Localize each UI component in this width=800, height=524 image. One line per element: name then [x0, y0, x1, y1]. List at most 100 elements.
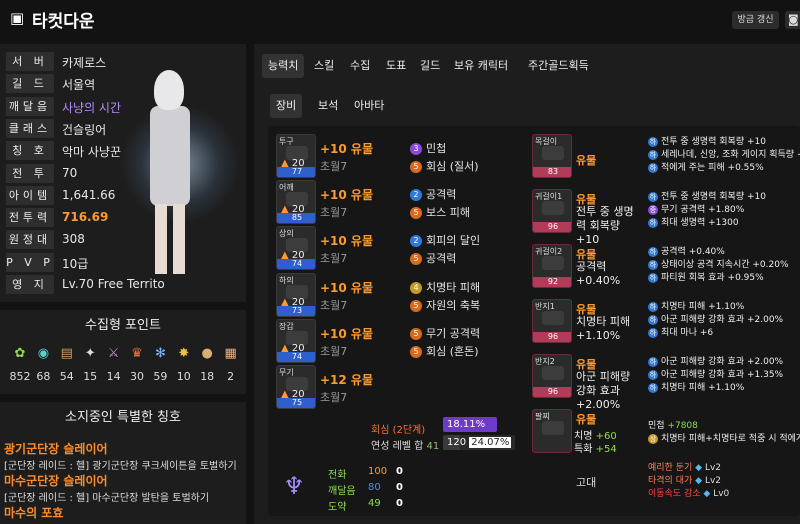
slot-label: 하의	[279, 275, 294, 285]
item-level: 74	[277, 351, 315, 362]
stat-row: 길 드 서울역	[6, 74, 244, 94]
enhance-label: +10 유물	[320, 234, 374, 249]
equip-slot[interactable]: 상의 ▲ 20 74	[276, 226, 316, 271]
stat-value: 1,641.66	[62, 187, 116, 202]
header: ▣ 타컷다운 방금 갱신 ◙	[0, 0, 800, 36]
item-icon	[542, 146, 564, 160]
enhance-label: +10 유물	[320, 142, 374, 156]
transcend-label: 초월7	[320, 206, 348, 220]
stat-row: 원정대 308	[6, 230, 244, 250]
tab-1[interactable]: 스킬	[308, 54, 340, 78]
seed-icon: ✿	[14, 346, 26, 361]
transcend-label: 초월7	[320, 298, 348, 312]
collection-count: 30	[130, 370, 144, 383]
accessory-slot[interactable]: 반지2 96	[532, 354, 572, 398]
collection-panel: 수집형 포인트 ✿ 852 ◉ 68 ▤ 54 ✦ 15 ⚔ 14 ♛ 30 ✻ 59 ✸ 10 ● 18 ▦ 2	[0, 310, 246, 394]
equip-slot[interactable]: 장갑 ▲ 20 74	[276, 318, 316, 363]
collection-count: 2	[227, 370, 235, 383]
collection-count: 18	[200, 370, 215, 383]
stat-label: 아이템	[6, 185, 54, 205]
stat-row: 아이템 1,641.66	[6, 185, 244, 206]
stat-value: Lv.70 Free Territo	[62, 277, 165, 291]
collection-count: 852	[9, 370, 31, 383]
item-level: 96	[533, 222, 571, 232]
collection-count: 59	[153, 370, 168, 383]
stat-row: 전 투 70	[6, 163, 244, 184]
accessory-slot[interactable]: 팔찌	[532, 409, 572, 453]
bracelet-stats: 치명 +60 특화 +54	[574, 431, 617, 455]
accessory-bonus: 하 전투 중 생명력 회복량 +10	[648, 192, 766, 202]
stat-value: 10급	[62, 256, 89, 271]
weapon-extra-line2: 연성 레벨 합 41	[371, 441, 440, 452]
accessory-bonus: 하 파티원 회복 효과 +0.95%	[648, 273, 764, 283]
accessory-bonus: 하 상태이상 공격 지속시간 +0.20%	[648, 260, 789, 270]
collection-count: 15	[83, 370, 98, 383]
stat-label: 전 투	[6, 163, 54, 183]
collection-count: 54	[59, 370, 74, 383]
collection-count: 68	[36, 370, 51, 383]
subtab-1[interactable]: 보석	[312, 94, 344, 118]
stat-row: 영 지 Lv.70 Free Territo	[6, 275, 244, 295]
star-icon: ✸	[178, 346, 190, 361]
enhance-label: +10 유물	[320, 280, 374, 295]
subtab-2[interactable]: 아바타	[348, 94, 390, 118]
tab-0[interactable]: 능력치	[262, 54, 305, 78]
accessory-slot[interactable]: 귀걸이1 96	[532, 189, 572, 233]
effect-1: 5 무기 공격력	[410, 325, 480, 341]
accessory-bonus: 하 아군 피해량 강화 효과 +2.00%	[648, 357, 784, 367]
scroll-icon: ▦	[224, 346, 237, 361]
effect-2: 5 자원의 축복	[410, 297, 480, 313]
equip-slot[interactable]: 무기 ▲ 20 75	[276, 365, 316, 409]
tab-3[interactable]: 도표	[380, 54, 412, 78]
weapon-extra-line1: 회심 (2단계)	[371, 425, 426, 436]
tab-5[interactable]: 보유 캐릭터	[448, 54, 514, 78]
elixir-label: 깨달음	[328, 486, 356, 497]
title-name: 광기군단장 슬레이어	[4, 442, 108, 456]
accessory-bonus: 하 적에게 주는 피해 +0.55%	[648, 163, 764, 173]
collection-count: 14	[106, 370, 121, 383]
stat-label: P V P	[6, 252, 54, 272]
accessory-stat: 치명타 피해 +1.10%	[576, 315, 631, 342]
title-name: 마수의 포효	[4, 506, 64, 520]
equip-slot[interactable]: 투구 ▲ 20 77	[276, 134, 316, 178]
stat-label: 칭 호	[6, 141, 54, 161]
effect-1: 2 회피의 달인	[410, 232, 480, 248]
tab-4[interactable]: 길드	[414, 54, 446, 78]
stat-value: 카제로스	[62, 56, 107, 70]
accessory-stat: 공격력 +0.40%	[576, 260, 621, 287]
camera-icon[interactable]: ◙	[785, 11, 800, 29]
elixir-value: 80	[368, 482, 381, 493]
item-level: 96	[533, 387, 571, 397]
effect-2: 5 회심 (질서)	[410, 158, 479, 174]
tab-6[interactable]: 주간골드획득	[522, 54, 595, 78]
transcend-label: 초월7	[320, 344, 348, 358]
leaf-icon: ✻	[154, 346, 166, 361]
stat-value: 308	[62, 232, 85, 247]
stat-value: 건슬링어	[62, 122, 107, 137]
crown-icon: ♛	[131, 346, 143, 361]
item-level: 74	[277, 259, 315, 270]
effect-2: 5 보스 피해	[410, 204, 470, 220]
accessory-bonus: 중 무기 공격력 +1.80%	[648, 205, 745, 215]
accessory-slot[interactable]: 귀걸이2 92	[532, 244, 572, 288]
elixir-value-2: 0	[396, 466, 403, 477]
effect-2: 5 회심 (혼돈)	[410, 343, 479, 359]
accessory-slot[interactable]: 목걸이 83	[532, 134, 572, 178]
accessory-grade: 유물	[576, 413, 597, 426]
accessory-bonus: 하 전투 중 생명력 회복량 +10	[648, 137, 766, 147]
tab-2[interactable]: 수집	[344, 54, 376, 78]
stat-value: 716.69	[62, 210, 109, 225]
refresh-button[interactable]: 방금 갱신	[732, 11, 779, 29]
accessory-bonus: 하 최대 마나 +6	[648, 328, 714, 338]
feather-icon: ✦	[84, 346, 96, 361]
accessory-bonus: 하 치명타 피해 +1.10%	[648, 383, 745, 393]
equip-slot[interactable]: 하의 ▲ 20 73	[276, 272, 316, 317]
item-icon	[542, 201, 564, 215]
stat-row: P V P 10급	[6, 252, 244, 273]
stone-grade: 고대	[576, 476, 597, 489]
coin-icon: ●	[201, 346, 213, 361]
accessory-slot[interactable]: 반지1 96	[532, 299, 572, 343]
subtab-0[interactable]: 장비	[270, 94, 303, 118]
profile-panel: 서 버 카제로스 길 드 서울역 깨달음 사냥의 시간 클래스 건슬링어 칭 호 악마 사냥꾼 전 …	[0, 44, 246, 302]
equip-slot[interactable]: 어깨 ▲ 20 85	[276, 180, 316, 225]
